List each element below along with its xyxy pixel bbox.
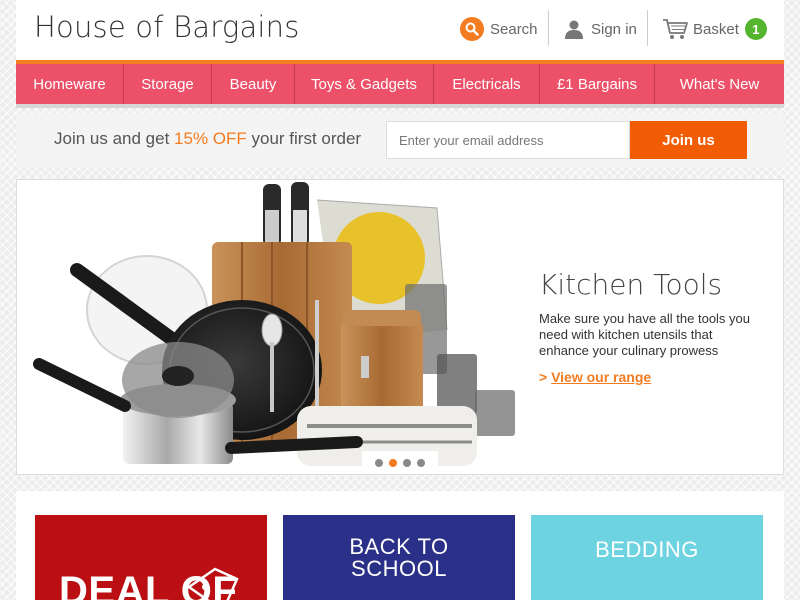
join-us-button[interactable]: Join us xyxy=(630,121,747,159)
signup-message: Join us and get 15% OFF your first order xyxy=(54,129,362,148)
bedding-label: BEDDING xyxy=(595,536,699,562)
basket-count-badge: 1 xyxy=(744,18,767,40)
carousel-dots xyxy=(362,451,438,474)
site-logo[interactable]: House of Bargains xyxy=(34,10,300,44)
basket-button[interactable]: Basket 1 xyxy=(662,14,767,44)
bedding-tile[interactable]: BEDDING xyxy=(531,515,763,600)
email-field[interactable] xyxy=(386,121,630,159)
search-icon xyxy=(460,17,484,41)
deal-of-the-day-tile[interactable]: DEAL OF xyxy=(35,515,267,600)
signin-label: Sign in xyxy=(591,20,637,38)
hero-banner: Kitchen Tools Make sure you have all the… xyxy=(16,179,784,475)
main-nav: Homeware Storage Beauty Toys & Gadgets E… xyxy=(16,64,784,104)
page-container: House of Bargains Search Sign in Basket … xyxy=(16,0,784,600)
carousel-dot[interactable] xyxy=(417,459,425,467)
discount-highlight: 15% OFF xyxy=(174,129,247,148)
header-divider xyxy=(548,10,549,46)
back-to-school-tile[interactable]: BACK TO SCHOOL xyxy=(283,515,515,600)
nav-shadow xyxy=(16,104,784,108)
price-tag-icon xyxy=(186,567,239,600)
signin-button[interactable]: Sign in xyxy=(564,14,637,44)
carousel-dot[interactable] xyxy=(403,459,411,467)
nav-item-homeware[interactable]: Homeware xyxy=(16,64,124,104)
header-divider xyxy=(647,10,648,46)
view-our-range-link[interactable]: > View our range xyxy=(539,369,651,385)
user-icon xyxy=(564,19,584,39)
kitchen-tools-image[interactable] xyxy=(17,180,527,474)
promo-tiles: DEAL OF BACK TO SCHOOL BEDDING xyxy=(16,491,784,600)
carousel-dot[interactable] xyxy=(375,459,383,467)
site-header: House of Bargains Search Sign in Basket … xyxy=(16,0,784,60)
newsletter-signup: Join us and get 15% OFF your first order… xyxy=(16,113,784,168)
nav-item-toys-gadgets[interactable]: Toys & Gadgets xyxy=(295,64,434,104)
hero-description: Make sure you have all the tools you nee… xyxy=(539,311,751,358)
nav-item-whats-new[interactable]: What's New xyxy=(655,64,784,104)
nav-item-1-pound-bargains[interactable]: £1 Bargains xyxy=(540,64,655,104)
carousel-dot-active[interactable] xyxy=(389,459,397,467)
basket-label: Basket xyxy=(693,20,739,38)
back-to-school-label: BACK TO SCHOOL xyxy=(349,533,449,581)
nav-item-electricals[interactable]: Electricals xyxy=(434,64,540,104)
search-button[interactable]: Search xyxy=(460,14,538,44)
hero-title: Kitchen Tools xyxy=(539,268,723,301)
search-label: Search xyxy=(490,20,538,38)
nav-item-beauty[interactable]: Beauty xyxy=(212,64,295,104)
basket-icon xyxy=(662,18,688,40)
nav-item-storage[interactable]: Storage xyxy=(124,64,212,104)
